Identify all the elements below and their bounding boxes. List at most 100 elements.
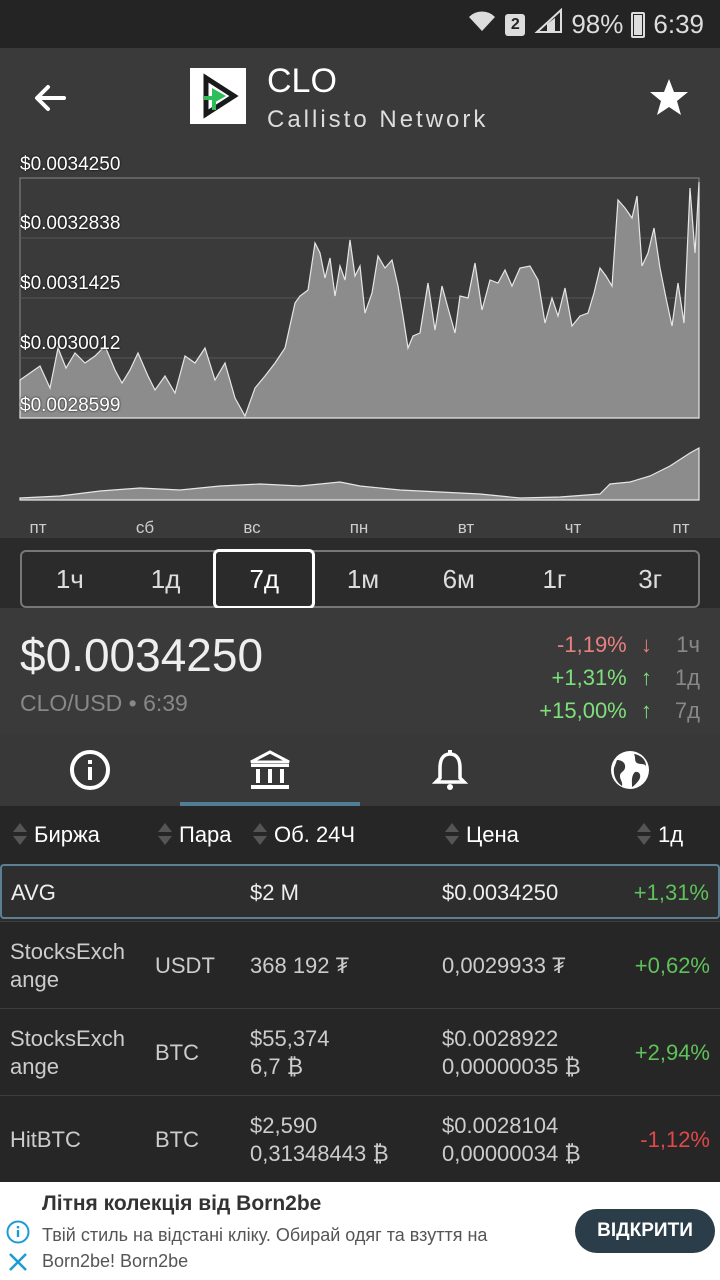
table-header: Биржа Пара Об. 24Ч Цена 1д bbox=[0, 806, 720, 864]
table-row[interactable]: StocksExch ange USDT 368 192 ₮ 0,0029933 … bbox=[0, 921, 720, 1008]
period-3y[interactable]: 3г bbox=[602, 552, 698, 606]
globe-icon bbox=[611, 751, 649, 789]
header-price[interactable]: Цена bbox=[442, 822, 519, 848]
header-label: Пара bbox=[179, 822, 232, 847]
header-change[interactable]: 1д bbox=[634, 822, 683, 848]
y-label: $0.0034250 bbox=[20, 154, 121, 175]
change-value: -1,19% bbox=[557, 632, 627, 657]
header-label: Цена bbox=[466, 822, 519, 847]
period-1m[interactable]: 1м bbox=[315, 552, 411, 606]
table-row[interactable]: StocksExch ange BTC $55,374 6,7 ₿ $0.00289… bbox=[0, 1008, 720, 1095]
change-period: 1ч bbox=[676, 632, 700, 657]
tab-exchanges[interactable] bbox=[180, 734, 360, 806]
price-chart[interactable]: $0.0034250 $0.0032838 $0.0031425 $0.0030… bbox=[0, 148, 720, 538]
change-value: +1,31% bbox=[551, 665, 627, 690]
cell-pair: BTC bbox=[155, 1040, 199, 1065]
tab-web[interactable] bbox=[540, 734, 720, 806]
table-row[interactable]: HitBTC BTC $2,590 0,31348443 ₿ $0.0028104… bbox=[0, 1095, 720, 1182]
cell-change: +2,94% bbox=[634, 1040, 710, 1065]
sort-icon bbox=[634, 822, 652, 848]
pair-time: CLO/USD • 6:39 bbox=[20, 690, 188, 716]
coin-symbol: CLO bbox=[267, 62, 337, 100]
current-price: $0.0034250 bbox=[20, 629, 264, 681]
volume-area bbox=[19, 446, 700, 501]
change-value: +15,00% bbox=[539, 698, 627, 723]
app-header: CLO Callisto Network bbox=[0, 48, 720, 148]
cell-volume: 368 192 ₮ bbox=[250, 953, 350, 978]
x-label: вт bbox=[457, 518, 475, 537]
ad-close-icon[interactable] bbox=[8, 1252, 28, 1277]
cell-exchange: AVG bbox=[11, 880, 56, 905]
status-bar: 2 98% 6:39 bbox=[0, 0, 720, 48]
cell-pair: USDT bbox=[155, 953, 215, 978]
change-1d: +1,31% ↑ 1д bbox=[552, 665, 700, 691]
cell-volume: $2,590 0,31348443 ₿ bbox=[250, 1113, 389, 1166]
period-7d-selected[interactable]: 7д bbox=[213, 549, 316, 609]
header-label: Об. 24Ч bbox=[274, 822, 356, 847]
ad-title: Літня колекція від Born2be bbox=[42, 1192, 322, 1215]
header-label: 1д bbox=[658, 822, 684, 847]
sort-icon bbox=[442, 822, 460, 848]
clock: 6:39 bbox=[653, 9, 704, 39]
back-arrow-icon[interactable] bbox=[30, 78, 70, 118]
battery-percent: 98% bbox=[571, 9, 624, 39]
info-icon bbox=[70, 750, 110, 790]
period-1h[interactable]: 1ч bbox=[22, 552, 118, 606]
y-label: $0.0032838 bbox=[20, 213, 121, 234]
up-arrow-icon: ↑ bbox=[640, 665, 652, 690]
change-period: 7д bbox=[674, 698, 700, 723]
up-arrow-icon: ↑ bbox=[640, 698, 652, 723]
cell-exchange: HitBTC bbox=[10, 1127, 81, 1152]
ad-banner[interactable]: Літня колекція від Born2be Твій стиль на… bbox=[0, 1182, 720, 1280]
sort-icon bbox=[10, 822, 28, 848]
ad-open-button[interactable]: ВІДКРИТИ bbox=[575, 1209, 715, 1253]
cell-exchange: StocksExch ange bbox=[10, 939, 125, 992]
x-label: вс bbox=[243, 518, 261, 537]
cell-price: $0.0034250 bbox=[442, 880, 559, 905]
ad-info-icon[interactable] bbox=[6, 1220, 30, 1249]
battery-icon bbox=[631, 11, 646, 38]
ad-text: Твій стиль на відстані кліку. Обирай одя… bbox=[42, 1225, 488, 1271]
coin-logo bbox=[190, 68, 246, 124]
bell-icon bbox=[431, 750, 469, 790]
header-exchange[interactable]: Биржа bbox=[10, 822, 100, 848]
x-label: сб bbox=[135, 518, 155, 537]
tab-info[interactable] bbox=[0, 734, 180, 806]
bank-icon bbox=[250, 750, 290, 789]
x-label: пт bbox=[29, 518, 47, 537]
cell-price: $0.0028922 0,00000035 ₿ bbox=[442, 1026, 581, 1079]
period-6m[interactable]: 6м bbox=[411, 552, 507, 606]
sim-badge: 2 bbox=[505, 13, 526, 36]
period-1y[interactable]: 1г bbox=[507, 552, 603, 606]
price-summary: $0.0034250 CLO/USD • 6:39 -1,19% ↓ 1ч +1… bbox=[0, 608, 720, 734]
header-label: Биржа bbox=[34, 822, 100, 847]
change-7d: +15,00% ↑ 7д bbox=[539, 698, 700, 724]
cell-change: +0,62% bbox=[634, 953, 710, 978]
y-label: $0.0031425 bbox=[20, 273, 121, 294]
header-volume[interactable]: Об. 24Ч bbox=[250, 822, 355, 848]
tab-bar bbox=[0, 734, 720, 806]
down-arrow-icon: ↓ bbox=[640, 632, 652, 657]
change-period: 1д bbox=[674, 665, 700, 690]
signal-icon bbox=[533, 7, 563, 41]
x-label: пт bbox=[672, 518, 690, 537]
x-label: чт bbox=[564, 518, 582, 537]
cell-change: -1,12% bbox=[640, 1127, 710, 1152]
sort-icon bbox=[155, 822, 173, 848]
y-label: $0.0030012 bbox=[20, 333, 121, 354]
coin-name: Callisto Network bbox=[267, 106, 489, 133]
cell-volume: $55,374 6,7 ₿ bbox=[250, 1026, 330, 1079]
tab-alerts[interactable] bbox=[360, 734, 540, 806]
wifi-icon bbox=[467, 9, 497, 40]
cell-pair: BTC bbox=[155, 1127, 199, 1152]
cell-volume: $2 M bbox=[250, 880, 299, 905]
period-selector: 1ч 1д 7д 1м 6м 1г 3г bbox=[20, 549, 700, 609]
period-1d[interactable]: 1д bbox=[118, 552, 214, 606]
table-row-avg[interactable]: AVG $2 M $0.0034250 +1,31% bbox=[0, 864, 720, 919]
header-pair[interactable]: Пара bbox=[155, 822, 232, 848]
cell-change: +1,31% bbox=[633, 880, 709, 905]
change-1h: -1,19% ↓ 1ч bbox=[557, 632, 700, 658]
favorite-star-icon[interactable] bbox=[648, 76, 690, 118]
cell-price: $0.0028104 0,00000034 ₿ bbox=[442, 1113, 581, 1166]
cell-exchange: StocksExch ange bbox=[10, 1026, 125, 1079]
